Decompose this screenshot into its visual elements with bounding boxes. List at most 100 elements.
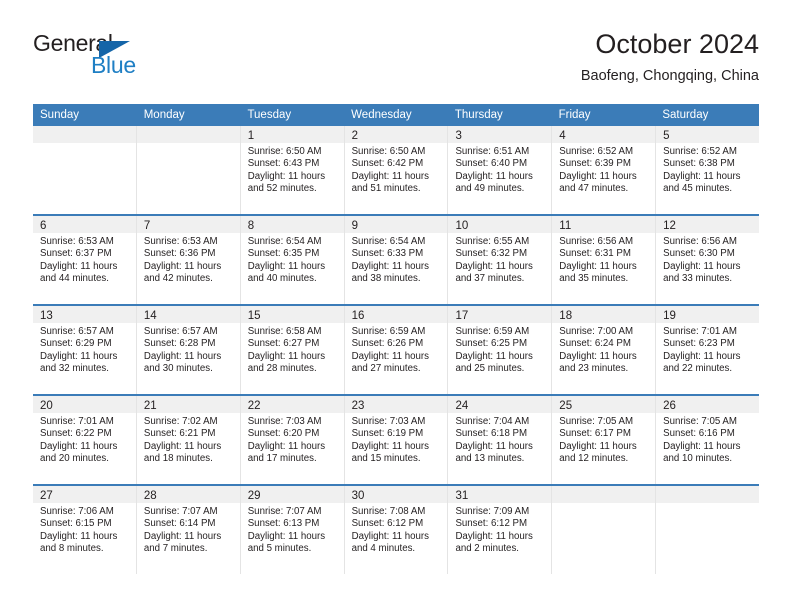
day-detail-line: Sunrise: 7:07 AM: [143, 506, 218, 517]
weekday-header-monday: Monday: [143, 109, 185, 121]
day-detail-line: Sunset: 6:32 PM: [455, 248, 528, 260]
day-number-band: 29: [240, 486, 344, 503]
day-number-band: 11: [552, 216, 656, 233]
calendar-day-cell[interactable]: 26 Sunrise: 7:05 AM Sunset: 6:16 PM Dayligh…: [656, 396, 760, 484]
calendar-day-cell[interactable]: 20 Sunrise: 7:01 AM Sunset: 6:22 PM Dayligh…: [33, 396, 137, 484]
day-details: Sunrise: 6:57 AM Sunset: 6:28 PM Daylight:…: [137, 323, 240, 376]
day-number: 13: [40, 310, 53, 322]
day-number-band: 6: [33, 216, 136, 233]
day-detail-line: Daylight: 11 hours: [40, 350, 118, 362]
day-detail-line: Sunrise: 7:01 AM: [663, 326, 737, 337]
weekday-header-tuesday: Tuesday: [247, 109, 292, 121]
calendar-day-cell[interactable]: 30 Sunrise: 7:08 AM Sunset: 6:12 PM Dayligh…: [344, 486, 449, 574]
day-detail-line: and 33 minutes.: [663, 273, 733, 285]
day-number: 2: [351, 130, 358, 142]
calendar-day-cell[interactable]: 15 Sunrise: 6:58 AM Sunset: 6:27 PM Dayligh…: [240, 306, 345, 394]
calendar-day-cell[interactable]: 6 Sunrise: 6:53 AM Sunset: 6:37 PM Daylight…: [33, 216, 137, 304]
day-number: 11: [559, 220, 572, 232]
calendar-day-cell[interactable]: 29 Sunrise: 7:07 AM Sunset: 6:13 PM Dayligh…: [240, 486, 345, 574]
calendar-day-cell[interactable]: 10 Sunrise: 6:55 AM Sunset: 6:32 PM Dayligh…: [448, 216, 553, 304]
day-number-band: 16: [344, 306, 448, 323]
day-detail-line: Daylight: 11 hours: [559, 260, 637, 272]
day-number-band: 25: [552, 396, 656, 413]
day-number-band: 20: [33, 396, 136, 413]
day-detail-line: and 45 minutes.: [663, 183, 733, 195]
calendar-day-cell[interactable]: 16 Sunrise: 6:59 AM Sunset: 6:26 PM Dayligh…: [344, 306, 449, 394]
day-number-band: 21: [136, 396, 240, 413]
day-detail-line: Daylight: 11 hours: [559, 350, 637, 362]
day-details: Sunrise: 6:51 AM Sunset: 6:40 PM Daylight:…: [448, 143, 551, 196]
day-detail-line: Sunset: 6:14 PM: [143, 518, 216, 530]
calendar-day-cell[interactable]: 2 Sunrise: 6:50 AM Sunset: 6:42 PM Daylight…: [344, 126, 449, 214]
calendar-day-cell[interactable]: 28 Sunrise: 7:07 AM Sunset: 6:14 PM Dayligh…: [136, 486, 241, 574]
calendar-day-cell[interactable]: 23 Sunrise: 7:03 AM Sunset: 6:19 PM Dayligh…: [344, 396, 449, 484]
day-number-band: 4: [552, 126, 656, 143]
day-detail-line: Sunrise: 6:57 AM: [40, 326, 114, 337]
calendar-day-cell[interactable]: 27 Sunrise: 7:06 AM Sunset: 6:15 PM Dayligh…: [33, 486, 137, 574]
day-detail-line: and 2 minutes.: [455, 543, 519, 555]
day-detail-line: Sunset: 6:30 PM: [663, 248, 735, 260]
calendar-day-cell[interactable]: 31 Sunrise: 7:09 AM Sunset: 6:12 PM Dayligh…: [448, 486, 553, 574]
calendar-day-cell[interactable]: 1 Sunrise: 6:50 AM Sunset: 6:43 PM Daylight…: [240, 126, 345, 214]
day-number-band: 26: [656, 396, 760, 413]
calendar-week-row: 1 Sunrise: 6:50 AM Sunset: 6:43 PM Daylight…: [33, 126, 760, 214]
day-details: Sunrise: 6:59 AM Sunset: 6:25 PM Daylight:…: [448, 323, 551, 376]
day-detail-line: and 5 minutes.: [247, 543, 312, 555]
day-detail-line: and 37 minutes.: [455, 273, 525, 285]
day-detail-line: Sunset: 6:39 PM: [559, 158, 631, 170]
calendar-day-cell[interactable]: 3 Sunrise: 6:51 AM Sunset: 6:40 PM Daylight…: [448, 126, 553, 214]
calendar-day-cell[interactable]: 24 Sunrise: 7:04 AM Sunset: 6:18 PM Dayligh…: [448, 396, 553, 484]
day-detail-line: and 7 minutes.: [143, 543, 208, 555]
day-detail-line: and 15 minutes.: [351, 453, 421, 465]
calendar-day-cell[interactable]: 8 Sunrise: 6:54 AM Sunset: 6:35 PM Daylight…: [240, 216, 345, 304]
day-detail-line: Sunset: 6:40 PM: [455, 158, 528, 170]
calendar-day-cell[interactable]: 7 Sunrise: 6:53 AM Sunset: 6:36 PM Daylight…: [136, 216, 241, 304]
calendar-day-cell[interactable]: 4 Sunrise: 6:52 AM Sunset: 6:39 PM Daylight…: [552, 126, 657, 214]
calendar-day-cell[interactable]: 5 Sunrise: 6:52 AM Sunset: 6:38 PM Daylight…: [656, 126, 760, 214]
calendar-cell-empty: [33, 126, 137, 214]
day-detail-line: Daylight: 11 hours: [351, 170, 429, 182]
day-details: Sunrise: 6:52 AM Sunset: 6:38 PM Daylight:…: [656, 143, 759, 196]
day-detail-line: and 47 minutes.: [559, 183, 629, 195]
day-detail-line: Sunrise: 7:03 AM: [351, 416, 426, 427]
day-details: [552, 503, 655, 506]
day-detail-line: Sunset: 6:21 PM: [143, 428, 216, 440]
day-detail-line: Daylight: 11 hours: [559, 440, 637, 452]
day-detail-line: Daylight: 11 hours: [40, 440, 118, 452]
day-details: Sunrise: 6:53 AM Sunset: 6:37 PM Daylight:…: [33, 233, 136, 286]
calendar-cell-empty: [656, 486, 760, 574]
day-details: Sunrise: 6:56 AM Sunset: 6:30 PM Daylight:…: [656, 233, 759, 286]
day-detail-line: Sunrise: 6:50 AM: [351, 146, 426, 157]
day-details: Sunrise: 7:03 AM Sunset: 6:20 PM Daylight:…: [241, 413, 344, 466]
calendar-day-cell[interactable]: 17 Sunrise: 6:59 AM Sunset: 6:25 PM Dayligh…: [448, 306, 553, 394]
day-detail-line: and 38 minutes.: [351, 273, 421, 285]
day-details: Sunrise: 7:08 AM Sunset: 6:12 PM Daylight:…: [345, 503, 448, 556]
day-detail-line: Daylight: 11 hours: [663, 170, 741, 182]
calendar-day-cell[interactable]: 9 Sunrise: 6:54 AM Sunset: 6:33 PM Daylight…: [344, 216, 449, 304]
day-detail-line: and 17 minutes.: [247, 453, 317, 465]
day-number-band: 2: [344, 126, 448, 143]
day-detail-line: Daylight: 11 hours: [247, 170, 326, 182]
day-detail-line: and 35 minutes.: [559, 273, 629, 285]
page-subtitle: Baofeng, Chongqing, China: [580, 68, 759, 84]
calendar-day-cell[interactable]: 12 Sunrise: 6:56 AM Sunset: 6:30 PM Dayligh…: [656, 216, 760, 304]
day-detail-line: Sunrise: 6:52 AM: [663, 146, 737, 157]
day-number-band: 17: [448, 306, 552, 323]
day-number: 1: [247, 130, 255, 142]
calendar-day-cell[interactable]: 11 Sunrise: 6:56 AM Sunset: 6:31 PM Dayligh…: [552, 216, 657, 304]
calendar-day-cell[interactable]: 18 Sunrise: 7:00 AM Sunset: 6:24 PM Dayligh…: [552, 306, 657, 394]
day-number: 9: [351, 220, 358, 232]
day-detail-line: and 44 minutes.: [40, 273, 109, 285]
day-detail-line: Daylight: 11 hours: [663, 260, 741, 272]
calendar-day-cell[interactable]: 14 Sunrise: 6:57 AM Sunset: 6:28 PM Dayligh…: [136, 306, 241, 394]
calendar-day-cell[interactable]: 19 Sunrise: 7:01 AM Sunset: 6:23 PM Dayligh…: [656, 306, 760, 394]
day-number-band: 22: [240, 396, 344, 413]
calendar-day-cell[interactable]: 25 Sunrise: 7:05 AM Sunset: 6:17 PM Dayligh…: [552, 396, 657, 484]
calendar-day-cell[interactable]: 22 Sunrise: 7:03 AM Sunset: 6:20 PM Dayligh…: [240, 396, 345, 484]
day-details: Sunrise: 6:54 AM Sunset: 6:33 PM Daylight:…: [345, 233, 448, 286]
day-detail-line: Sunset: 6:33 PM: [351, 248, 424, 260]
day-details: Sunrise: 6:57 AM Sunset: 6:29 PM Daylight:…: [33, 323, 136, 376]
calendar-day-cell[interactable]: 21 Sunrise: 7:02 AM Sunset: 6:21 PM Dayligh…: [136, 396, 241, 484]
calendar-day-cell[interactable]: 13 Sunrise: 6:57 AM Sunset: 6:29 PM Dayligh…: [33, 306, 137, 394]
day-detail-line: Daylight: 11 hours: [455, 530, 533, 542]
